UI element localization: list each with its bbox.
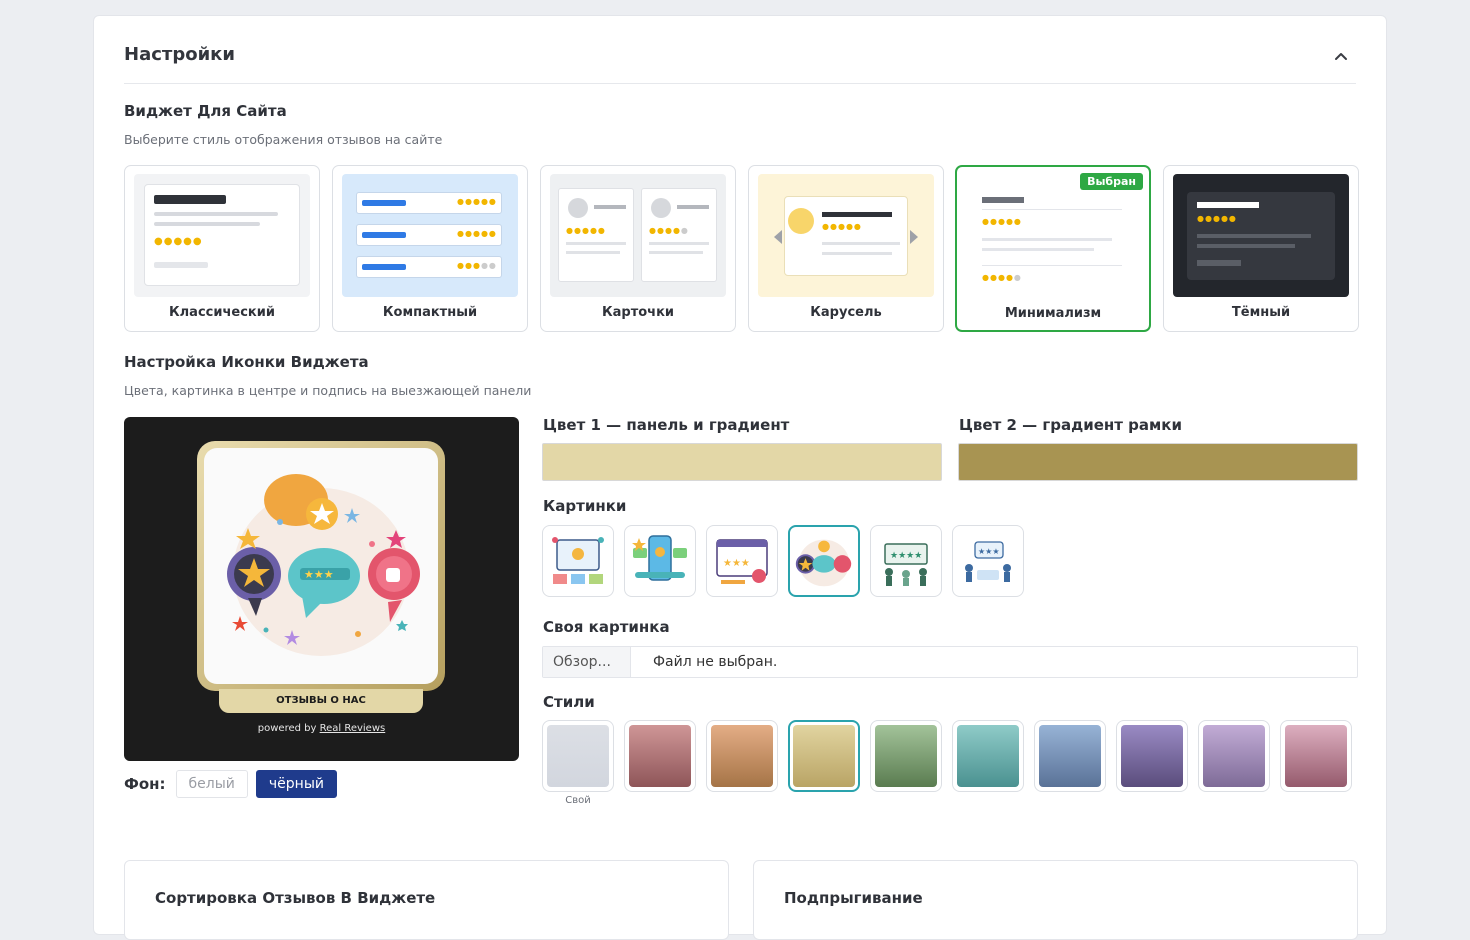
chevron-up-icon[interactable]: [1330, 46, 1352, 68]
browse-button[interactable]: Обзор...: [543, 647, 631, 677]
style-swatch[interactable]: [1034, 720, 1106, 792]
svg-text:★★★: ★★★: [723, 558, 750, 569]
style-label: Карусель: [810, 305, 882, 320]
style-card-compact[interactable]: ●●●●● ●●●●● ●●●●● Компактный: [332, 165, 528, 332]
picture-option-6[interactable]: ★★★: [952, 525, 1024, 597]
page-title: Настройки: [124, 44, 236, 65]
phone-reviews-icon: [632, 535, 687, 581]
selected-badge: Выбран: [1080, 173, 1143, 190]
settings-header: Настройки: [124, 44, 1356, 84]
background-white-button[interactable]: белый: [175, 770, 248, 798]
style-swatch[interactable]: [1116, 720, 1188, 792]
style-swatch[interactable]: [952, 720, 1024, 792]
pictures-label: Картинки: [543, 497, 627, 515]
picture-option-2[interactable]: [624, 525, 696, 597]
cards-preview: ●●●●● ●●●●●: [550, 174, 726, 297]
bounce-card-title: Подпрыгивание: [784, 889, 923, 907]
picture-option-1[interactable]: [542, 525, 614, 597]
background-label: Фон:: [124, 775, 166, 793]
swatch-fill: [793, 725, 855, 787]
icon-frame: ★★★: [197, 441, 445, 691]
icon-section-title: Настройка Иконки Виджета: [124, 353, 369, 371]
style-card-minimal[interactable]: ●●●●● ●●●●● Выбран Минимализм: [955, 165, 1151, 332]
sorting-card: Сортировка Отзывов В Виджете: [124, 860, 729, 940]
picture-option-5[interactable]: ★★★★: [870, 525, 942, 597]
swatch-fill: [1203, 725, 1265, 787]
swatch-fill: [1039, 725, 1101, 787]
background-black-button[interactable]: чёрный: [255, 770, 337, 798]
speech-bubbles-icon: [795, 539, 852, 587]
style-label: Компактный: [382, 305, 478, 320]
custom-swatch-caption: Свой: [565, 795, 591, 806]
review-collage-icon: [552, 537, 604, 584]
powered-link[interactable]: Real Reviews: [320, 723, 386, 734]
styles-label: Стили: [543, 693, 595, 711]
icon-section-subtitle: Цвета, картинка в центре и подпись на вы…: [124, 383, 532, 398]
swatch-fill: [875, 725, 937, 787]
swatch-fill: [547, 725, 609, 787]
swatch-fill: [957, 725, 1019, 787]
bounce-card: Подпрыгивание: [753, 860, 1358, 940]
swatch-fill: [629, 725, 691, 787]
screen-rating-icon: ★★★: [716, 539, 768, 584]
file-status: Файл не выбран.: [653, 654, 778, 670]
style-swatch[interactable]: [1198, 720, 1270, 792]
style-label: Классический: [169, 305, 275, 320]
custom-picture-label: Своя картинка: [543, 618, 670, 636]
style-label: Минимализм: [1004, 306, 1102, 321]
classic-preview: ●●●●●: [134, 174, 310, 297]
picture-option-4[interactable]: [788, 525, 860, 597]
style-swatch[interactable]: [1280, 720, 1352, 792]
style-card-dark[interactable]: ●●●●● Тёмный: [1163, 165, 1359, 332]
color1-label: Цвет 1 — панель и градиент: [543, 416, 790, 434]
style-card-carousel[interactable]: ●●●●● Карусель: [748, 165, 944, 332]
color1-picker[interactable]: [542, 443, 942, 481]
dark-preview: ●●●●●: [1173, 174, 1349, 297]
background-toggle: Фон: белый чёрный: [124, 770, 337, 798]
widget-section-title: Виджет Для Сайта: [124, 102, 287, 120]
swatch-fill: [711, 725, 773, 787]
compact-preview: ●●●●● ●●●●● ●●●●●: [342, 174, 518, 297]
svg-text:★★★★: ★★★★: [890, 551, 922, 561]
widget-style-list: ●●●●● Классический ●●●●● ●●●●● ●●●●● Ком…: [124, 165, 1359, 332]
svg-text:★★★: ★★★: [978, 547, 1000, 556]
reviews-illustration-icon: ★★★: [227, 474, 420, 656]
swatch-fill: [1285, 725, 1347, 787]
color2-label: Цвет 2 — градиент рамки: [959, 416, 1182, 434]
style-label: Карточки: [601, 305, 675, 320]
style-swatch[interactable]: [870, 720, 942, 792]
minimal-preview: ●●●●● ●●●●●: [966, 175, 1142, 298]
powered-prefix: powered by: [257, 723, 320, 734]
style-label: Тёмный: [1231, 305, 1291, 320]
widget-section-subtitle: Выберите стиль отображения отзывов на са…: [124, 132, 443, 147]
people-feedback-icon: ★★★: [965, 541, 1011, 582]
widget-icon-preview: ★★★ ОТЗЫВЫ О НАС powered by Real Reviews: [124, 417, 519, 761]
carousel-preview: ●●●●●: [758, 174, 934, 297]
color2-picker[interactable]: [958, 443, 1358, 481]
settings-panel: Настройки Виджет Для Сайта Выберите стил…: [93, 15, 1387, 940]
style-swatch[interactable]: [706, 720, 778, 792]
preview-label-plate: ОТЗЫВЫ О НАС: [219, 689, 423, 713]
powered-by: powered by Real Reviews: [124, 723, 519, 734]
style-card-cards[interactable]: ●●●●● ●●●●● Карточки: [540, 165, 736, 332]
style-swatch[interactable]: [624, 720, 696, 792]
swatch-fill: [1121, 725, 1183, 787]
file-upload: Обзор... Файл не выбран.: [542, 646, 1358, 678]
team-board-icon: ★★★★: [884, 543, 928, 586]
style-card-classic[interactable]: ●●●●● Классический: [124, 165, 320, 332]
custom-style-swatch[interactable]: [542, 720, 614, 792]
style-swatch[interactable]: [788, 720, 860, 792]
svg-text:★★★: ★★★: [304, 568, 334, 581]
picture-option-3[interactable]: ★★★: [706, 525, 778, 597]
sorting-card-title: Сортировка Отзывов В Виджете: [155, 889, 436, 907]
